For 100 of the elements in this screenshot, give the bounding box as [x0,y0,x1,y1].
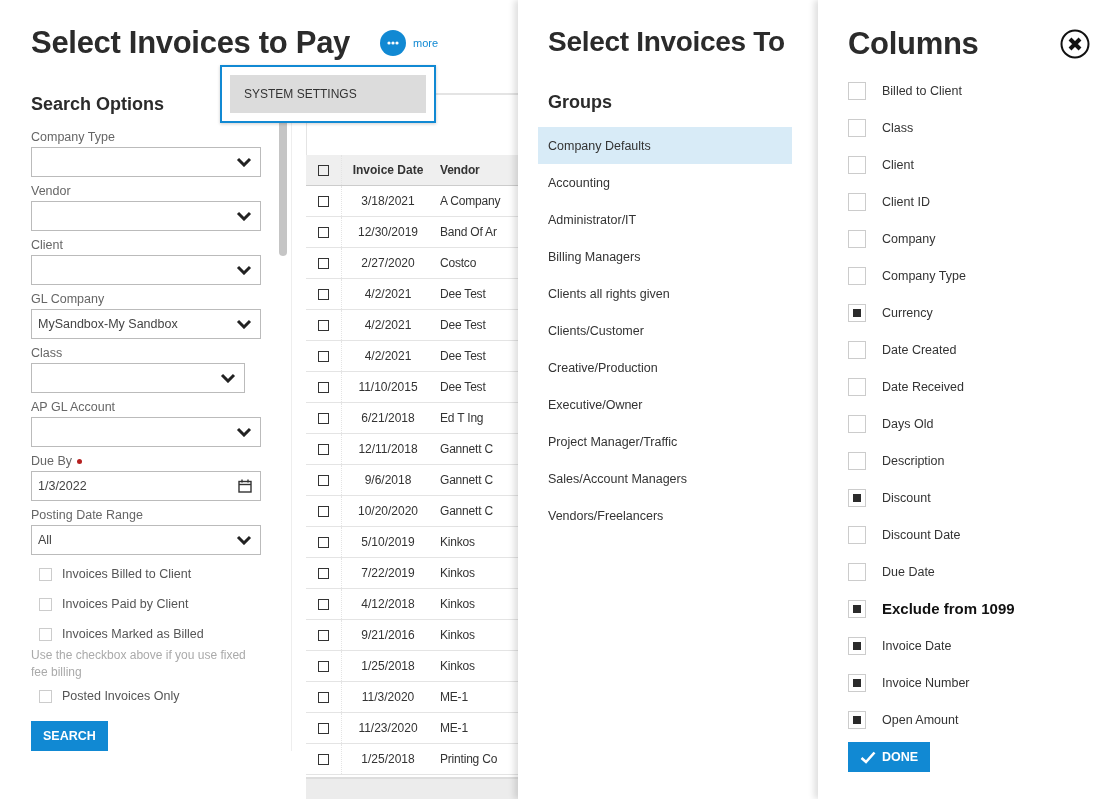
checkbox[interactable] [848,525,866,544]
group-item[interactable]: Creative/Production [538,349,792,386]
row-checkbox[interactable] [318,691,329,703]
more-button[interactable] [380,30,407,56]
checkbox[interactable] [848,155,866,174]
checkbox[interactable] [848,229,866,248]
checkbox[interactable] [39,567,52,581]
row-checkbox[interactable] [318,350,329,362]
checkbox-label: Days Old [882,416,934,431]
row-checkbox[interactable] [318,722,329,734]
dropdown-field[interactable] [31,147,261,177]
table-cell-text: ME-1 [439,721,468,735]
dropdown-field[interactable]: MySandbox-My Sandbox [31,309,261,339]
checkbox[interactable] [848,303,866,322]
table-cell-text: Dee Test [439,318,486,332]
column-header[interactable]: Invoice Date [342,163,434,177]
row-checkbox[interactable] [318,474,329,486]
table-cell-text: 7/22/2019 [360,566,416,580]
checkbox-label: Company Type [882,268,966,283]
menu-item[interactable]: SYSTEM SETTINGS [230,75,426,113]
table-cell-text: 3/18/2021 [360,194,416,208]
group-item[interactable]: Accounting [538,164,792,201]
section-title: Groups [548,92,613,113]
checkbox-label: Due Date [882,564,935,579]
group-item[interactable]: Billing Managers [538,238,792,275]
checkbox[interactable] [848,710,866,729]
checkbox[interactable] [848,673,866,692]
checkbox[interactable] [39,597,52,611]
table-cell-text: 5/10/2019 [360,535,416,549]
group-item[interactable]: Clients/Customer [538,312,792,349]
checkbox[interactable] [39,627,52,641]
row-checkbox[interactable] [318,536,329,548]
group-item[interactable]: Vendors/Freelancers [538,497,792,534]
done-button[interactable]: DONE [848,742,931,772]
close-icon[interactable] [1060,29,1090,59]
row-checkbox[interactable] [318,598,329,610]
table-cell-text: Kinkos [439,659,475,673]
select-all-checkbox[interactable] [318,164,329,176]
more-link[interactable]: more [413,37,439,49]
table-cell-text: 9/21/2016 [360,628,416,642]
dropdown-field[interactable] [31,417,261,447]
row-checkbox[interactable] [318,381,329,393]
dropdown-field[interactable] [31,363,245,393]
table-cell-text: Dee Test [439,287,486,301]
checkbox[interactable] [848,562,866,581]
group-item[interactable]: Sales/Account Managers [538,460,792,497]
date-field[interactable]: 1/3/2022 [31,471,261,501]
table-cell-text: Gannett C [439,442,493,456]
table-cell-text: 12/11/2018 [357,442,419,456]
checkbox-label: Client [882,157,914,172]
row-checkbox[interactable] [318,412,329,424]
checkbox[interactable] [848,118,866,137]
checkbox[interactable] [848,488,866,507]
checkbox[interactable] [848,81,866,100]
field-label: Company Type [31,130,115,144]
checkbox[interactable] [848,266,866,285]
row-checkbox[interactable] [318,288,329,300]
checkbox-label: Open Amount [882,712,959,727]
table-cell-text: 1/25/2018 [360,752,416,766]
chevron-down-icon [236,265,252,275]
chevron-down-icon [236,319,252,329]
row-checkbox[interactable] [318,505,329,517]
checkbox-label: Class [882,120,914,135]
checkbox[interactable] [848,377,866,396]
checkbox[interactable] [848,414,866,433]
checkbox[interactable] [848,340,866,359]
checkbox-label: Company [882,231,936,246]
row-checkbox[interactable] [318,257,329,269]
dropdown-field[interactable]: All [31,525,261,555]
table-cell-text: ME-1 [439,690,468,704]
dropdown-field[interactable] [31,201,261,231]
row-checkbox[interactable] [318,319,329,331]
checkbox[interactable] [848,599,866,618]
row-checkbox[interactable] [318,226,329,238]
row-checkbox[interactable] [318,629,329,641]
group-item[interactable]: Project Manager/Traffic [538,423,792,460]
checkbox[interactable] [848,451,866,470]
group-item[interactable]: Administrator/IT [538,201,792,238]
row-checkbox[interactable] [318,195,329,207]
table-cell-text: 4/2/2021 [363,349,413,363]
column-header[interactable]: Vendor [434,163,480,177]
row-checkbox[interactable] [318,753,329,765]
checkbox[interactable] [848,192,866,211]
table-cell-text: 10/20/2020 [356,504,420,518]
checkbox[interactable] [848,636,866,655]
table-cell-text: Ed T Ing [439,411,484,425]
checkbox-label: Invoice Date [882,638,952,653]
group-item[interactable]: Company Defaults [538,127,792,164]
search-button[interactable]: SEARCH [31,721,108,751]
checkbox[interactable] [39,689,52,703]
row-checkbox[interactable] [318,660,329,672]
row-checkbox[interactable] [318,567,329,579]
dropdown-field[interactable] [31,255,261,285]
group-item[interactable]: Clients all rights given [538,275,792,312]
row-checkbox[interactable] [318,443,329,455]
table-cell-text: Kinkos [439,597,475,611]
checkbox-label: Invoices Paid by Client [62,597,189,611]
group-item[interactable]: Executive/Owner [538,386,792,423]
table-cell-text: 4/12/2018 [360,597,416,611]
table-cell-text: 11/23/2020 [357,721,419,735]
